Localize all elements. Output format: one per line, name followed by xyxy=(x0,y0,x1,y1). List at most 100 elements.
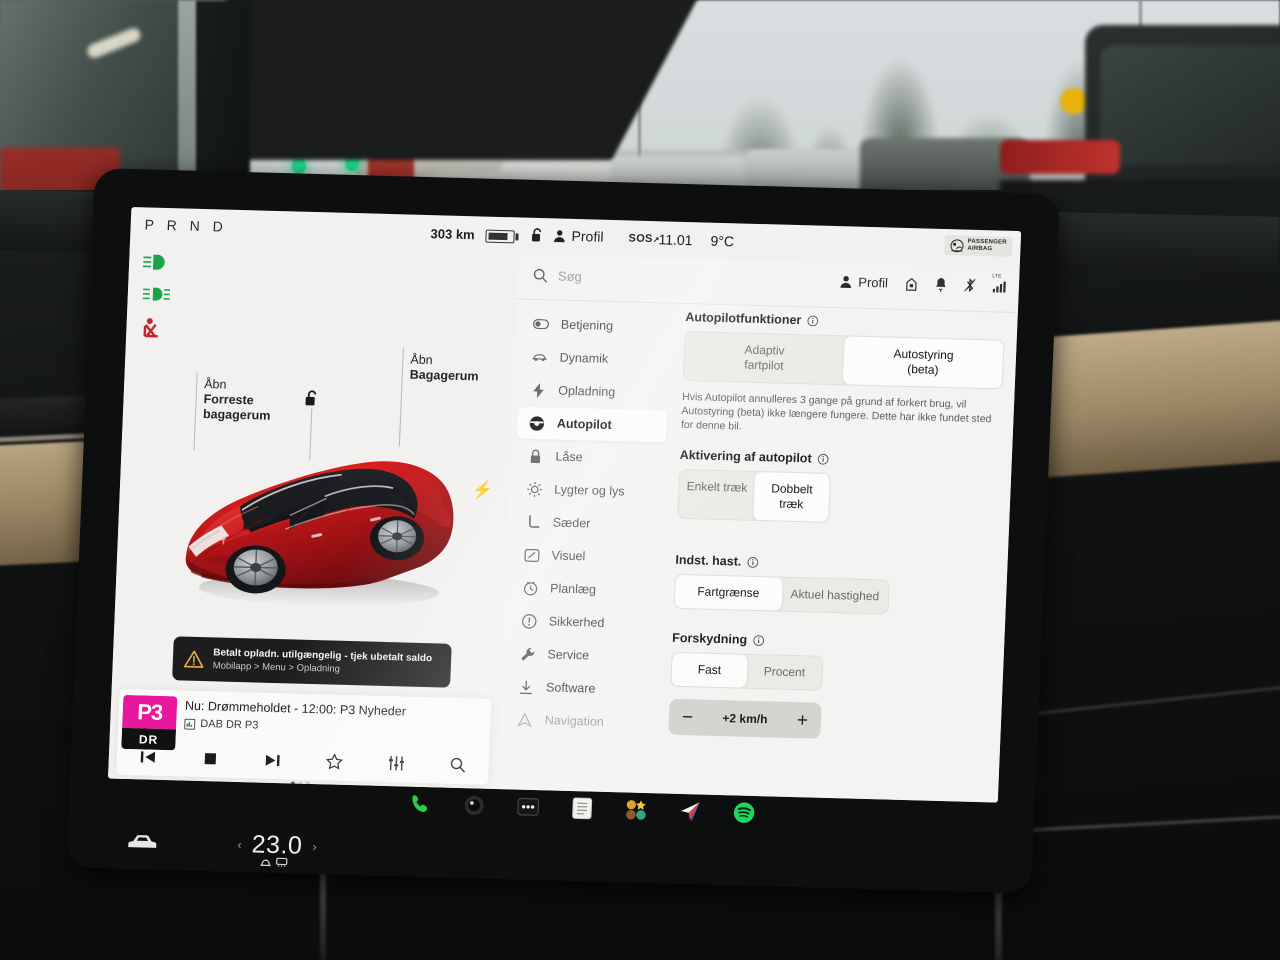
person-icon xyxy=(840,276,852,288)
stepper-minus-button[interactable]: − xyxy=(682,707,694,728)
unlocked-padlock-icon[interactable] xyxy=(530,228,544,243)
fog-light-icon xyxy=(142,285,172,303)
alert-circle-icon xyxy=(520,613,537,629)
steering-wheel-icon xyxy=(529,414,546,431)
previous-track-button[interactable] xyxy=(117,748,180,765)
sidebar-item-laase[interactable]: Låse xyxy=(515,439,666,475)
temp-next-chevron[interactable]: › xyxy=(312,839,317,854)
info-circle-icon xyxy=(807,315,819,326)
settings-panel[interactable]: Søg Profil LTE Betjening Dynamik Opladni… xyxy=(495,253,1020,803)
yellow-sign-background xyxy=(1060,88,1088,114)
unlocked-padlock-icon[interactable] xyxy=(304,390,320,407)
sidebar-item-lygter-og-lys[interactable]: Lygter og lys xyxy=(514,472,665,508)
autopilot-features-segmented[interactable]: Adaptiv fartpilot Autostyring (beta) xyxy=(682,330,1005,390)
bell-muted-icon[interactable] xyxy=(935,277,948,293)
charge-port-icon[interactable]: ⚡ xyxy=(472,480,494,501)
navigation-app-icon[interactable] xyxy=(677,798,704,825)
option-enkelt-traek[interactable]: Enkelt træk xyxy=(678,470,755,520)
set-speed-segmented[interactable]: Fartgrænse Aktuel hastighed xyxy=(673,573,890,615)
screen-display[interactable]: P R N D 303 km Profil SOS↗ 11.01 9°C PAS… xyxy=(107,206,1022,803)
range-readout: 303 km xyxy=(430,226,475,243)
sidebar-label: Autopilot xyxy=(556,416,613,433)
dashcam-camera-icon[interactable] xyxy=(461,792,488,819)
battery-icon xyxy=(485,229,515,244)
climate-bar[interactable]: ‹ 23.0 › xyxy=(127,827,317,861)
info-circle-icon xyxy=(753,634,765,646)
bluetooth-off-icon[interactable] xyxy=(964,278,977,293)
sidebar-label: Sæder xyxy=(552,515,591,531)
notification-toast[interactable]: Betalt opladn. utilgængelig - tjek ubeta… xyxy=(172,636,452,688)
favorite-star-button[interactable] xyxy=(303,753,366,771)
media-source-label: DAB DR P3 xyxy=(200,718,259,732)
sos-button[interactable]: SOS↗ xyxy=(628,232,660,245)
sun-light-icon xyxy=(526,481,543,497)
lock-home-icon[interactable] xyxy=(905,276,919,291)
sidebar-item-opladning[interactable]: Opladning xyxy=(518,374,669,410)
media-controls[interactable] xyxy=(116,739,489,783)
search-input[interactable]: Søg xyxy=(533,268,582,284)
spotify-icon[interactable] xyxy=(731,799,758,826)
car-front-icon[interactable] xyxy=(127,833,158,851)
option-dobbelt-traek[interactable]: Dobbelt træk xyxy=(753,471,831,522)
option-autostyring-beta[interactable]: Autostyring (beta) xyxy=(842,336,1004,389)
sidebar-item-software[interactable]: Software xyxy=(505,670,656,706)
equalizer-button[interactable] xyxy=(365,754,428,772)
car-visualization-panel[interactable]: Åbn Forreste bagagerum Åbn Bagagerum ⚡ B… xyxy=(107,242,518,790)
search-media-button[interactable] xyxy=(427,756,490,774)
sidebar-item-planlaeg[interactable]: Planlæg xyxy=(509,571,660,607)
driver-seat-heater-icon[interactable] xyxy=(259,857,271,867)
option-aktuel-hastighed[interactable]: Aktuel hastighed xyxy=(781,578,889,614)
profile-button[interactable]: Profil xyxy=(840,274,888,290)
sidebar-item-navigation[interactable]: Navigation xyxy=(504,703,655,739)
stop-button[interactable] xyxy=(179,750,242,767)
wrench-icon xyxy=(519,646,536,661)
radio-signal-icon xyxy=(184,718,196,730)
dock-apps[interactable] xyxy=(407,791,758,826)
sidebar-item-betjening[interactable]: Betjening xyxy=(520,308,671,344)
settings-menu[interactable]: Betjening Dynamik Opladning Autopilot Lå… xyxy=(504,308,672,741)
option-fartgraense[interactable]: Fartgrænse xyxy=(674,574,783,611)
stepper-plus-button[interactable]: + xyxy=(796,710,808,731)
offset-stepper[interactable]: − +2 km/h + xyxy=(668,698,822,739)
display-icon xyxy=(523,548,540,562)
defrost-icon[interactable] xyxy=(275,857,288,867)
option-procent[interactable]: Procent xyxy=(746,655,822,690)
sidebar-item-service[interactable]: Service xyxy=(507,637,658,673)
sidebar-item-autopilot[interactable]: Autopilot xyxy=(516,406,668,443)
sidebar-label: Software xyxy=(545,680,596,696)
sidebar-label: Visuel xyxy=(551,548,586,564)
status-profile-button[interactable]: Profil xyxy=(553,227,604,245)
sidebar-item-visuel[interactable]: Visuel xyxy=(511,538,662,574)
suv-rear-window xyxy=(1100,45,1280,165)
temp-prev-chevron[interactable]: ‹ xyxy=(237,837,242,852)
option-fast[interactable]: Fast xyxy=(671,652,748,688)
sidebar-label: Navigation xyxy=(544,713,605,729)
traffic-light-green xyxy=(292,158,306,174)
notes-calendar-icon[interactable] xyxy=(569,795,596,822)
next-track-button[interactable] xyxy=(241,752,304,769)
apps-grid-icon[interactable] xyxy=(623,796,650,823)
car-side-icon xyxy=(531,352,547,362)
rear-trunk-action: Åbn xyxy=(410,352,433,368)
set-speed-header: Indst. hast. xyxy=(675,553,995,576)
activation-segmented[interactable]: Enkelt træk Dobbelt træk xyxy=(677,468,832,523)
autopilot-settings[interactable]: Autopilotfunktioner Adaptiv fartpilot Au… xyxy=(668,310,1005,743)
tesla-touchscreen[interactable]: P R N D 303 km Profil SOS↗ 11.01 9°C PAS… xyxy=(66,168,1060,894)
offset-segmented[interactable]: Fast Procent xyxy=(670,651,824,691)
media-player[interactable]: P3 DR Nu: Drømmeholdet - 12:00: P3 Nyhed… xyxy=(116,688,492,786)
more-dots-icon[interactable] xyxy=(515,794,542,821)
climate-sub-icons[interactable] xyxy=(259,857,288,868)
vehicle-render[interactable] xyxy=(170,434,467,617)
clock: 11.01 xyxy=(658,231,693,249)
now-playing-title: Nu: Drømmeholdet - 12:00: P3 Nyheder xyxy=(184,698,407,719)
info-circle-icon xyxy=(817,453,829,465)
rear-trunk-name: Bagagerum xyxy=(409,367,479,384)
front-trunk-callout[interactable]: Åbn Forreste bagagerum xyxy=(203,377,272,424)
sidebar-label: Låse xyxy=(555,449,583,465)
sidebar-item-sikkerhed[interactable]: Sikkerhed xyxy=(508,604,659,640)
sidebar-item-saeder[interactable]: Sæder xyxy=(512,505,663,541)
sidebar-item-dynamik[interactable]: Dynamik xyxy=(519,341,670,377)
rear-trunk-callout[interactable]: Åbn Bagagerum xyxy=(409,353,479,385)
option-adaptiv-fartpilot[interactable]: Adaptiv fartpilot xyxy=(684,332,845,384)
phone-icon[interactable] xyxy=(407,791,434,818)
